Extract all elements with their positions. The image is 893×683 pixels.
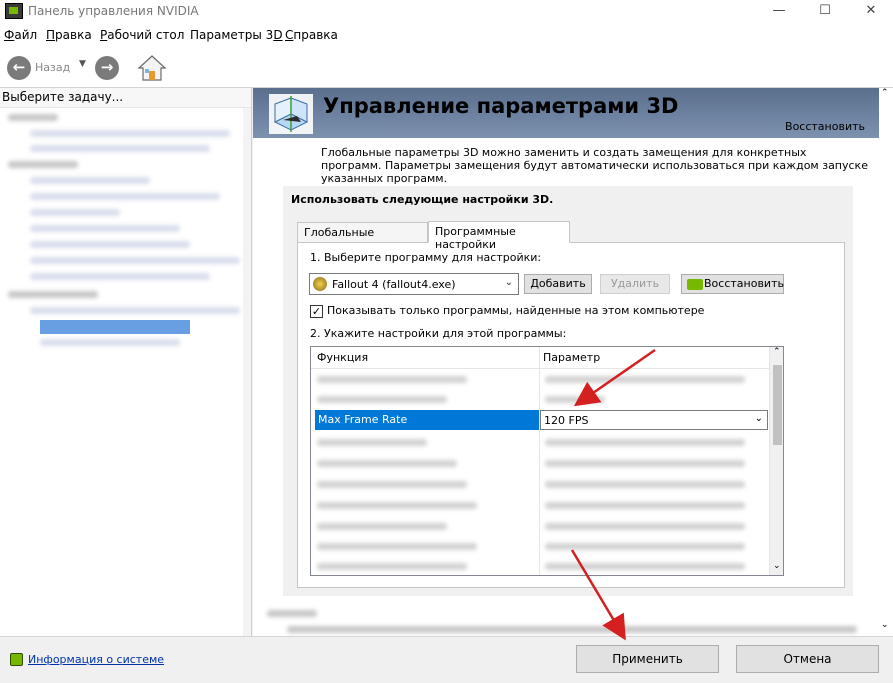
task-category[interactable] <box>8 114 58 121</box>
cancel-button[interactable]: Отмена <box>736 645 879 673</box>
fallout-program-icon <box>313 277 327 291</box>
col-header-function[interactable]: Функция <box>317 351 368 364</box>
task-item[interactable] <box>30 257 240 264</box>
program-settings-panel: 1. Выберите программу для настройки: Fal… <box>297 242 845 588</box>
grid-row-function[interactable] <box>317 481 467 488</box>
grid-scrollbar[interactable]: ⌃ ⌄ <box>769 347 783 575</box>
grid-header: Функция Параметр <box>311 347 769 369</box>
toolbar: ← Назад ▼ → <box>0 46 893 88</box>
grid-row-value[interactable] <box>545 543 745 550</box>
menu-bar: Файл Правка Рабочий стол Параметры 3D Сп… <box>0 24 893 46</box>
add-program-button[interactable]: Добавить <box>524 274 592 294</box>
scroll-down-icon[interactable]: ⌄ <box>881 620 889 630</box>
column-divider <box>539 347 540 575</box>
maximize-button[interactable]: ☐ <box>802 0 848 24</box>
show-only-installed-label[interactable]: Показывать только программы, найденные н… <box>327 304 704 317</box>
grid-row-function[interactable] <box>317 396 447 403</box>
restore-defaults-link[interactable]: Восстановить <box>785 120 865 133</box>
page-description: Глобальные параметры 3D можно заменить и… <box>321 146 868 185</box>
restore-program-label: Восстановить <box>704 277 784 290</box>
grid-row-function[interactable] <box>317 376 467 383</box>
grid-row-selected-function[interactable]: Max Frame Rate <box>315 410 539 430</box>
task-item[interactable] <box>30 241 190 248</box>
frame-rate-select[interactable]: 120 FPS ⌄ <box>540 410 768 430</box>
task-item[interactable] <box>30 177 150 184</box>
scroll-up-icon[interactable]: ⌃ <box>773 347 781 357</box>
scroll-down-icon[interactable]: ⌄ <box>773 561 781 571</box>
close-button[interactable]: ✕ <box>848 0 893 24</box>
task-pane: Выберите задачу... <box>0 88 252 636</box>
page-title: Управление параметрами 3D <box>323 94 679 118</box>
grid-row-value[interactable] <box>545 523 745 530</box>
menu-desktop[interactable]: Рабочий стол <box>100 28 184 42</box>
nvidia-logo-icon <box>687 279 703 290</box>
chevron-down-icon: ⌄ <box>504 277 513 288</box>
window-title: Панель управления NVIDIA <box>28 4 199 18</box>
3d-cube-icon <box>269 94 313 134</box>
menu-edit[interactable]: Правка <box>46 28 92 42</box>
frame-rate-value: 120 FPS <box>544 414 589 427</box>
menu-3d-settings[interactable]: Параметры 3D <box>190 28 283 42</box>
use-settings-label: Использовать следующие настройки 3D. <box>291 193 554 206</box>
grid-row-function[interactable] <box>317 543 477 550</box>
grid-row-function[interactable] <box>317 439 427 446</box>
grid-row-function[interactable] <box>317 523 447 530</box>
task-item[interactable] <box>30 307 240 314</box>
task-item-selected[interactable] <box>40 320 190 334</box>
menu-file[interactable]: Файл <box>4 28 37 42</box>
arrow-left-icon[interactable]: ← <box>7 56 31 80</box>
content-scrollbar[interactable]: ⌃ ⌄ <box>879 88 893 636</box>
task-item[interactable] <box>30 225 180 232</box>
system-info-icon[interactable] <box>10 653 23 666</box>
apply-button[interactable]: Применить <box>576 645 719 673</box>
step1-label: 1. Выберите программу для настройки: <box>310 251 542 264</box>
title-bar: Панель управления NVIDIA — ☐ ✕ <box>0 0 893 24</box>
system-info-link[interactable]: Информация о системе <box>28 653 164 666</box>
step2-label: 2. Укажите настройки для этой программы: <box>310 327 567 340</box>
task-item[interactable] <box>30 130 230 137</box>
task-category[interactable] <box>8 161 78 168</box>
task-item[interactable] <box>40 339 180 346</box>
grid-row-value[interactable] <box>545 502 745 509</box>
grid-scroll-thumb[interactable] <box>773 365 782 445</box>
nvidia-app-icon <box>5 3 23 19</box>
settings-group: Использовать следующие настройки 3D. Гло… <box>283 186 853 596</box>
task-item[interactable] <box>30 193 220 200</box>
task-pane-header: Выберите задачу... <box>0 88 251 108</box>
grid-row-value[interactable] <box>545 439 745 446</box>
page-banner: Управление параметрами 3D Восстановить <box>253 88 879 138</box>
grid-row-function[interactable] <box>317 460 457 467</box>
grid-row-function[interactable] <box>317 563 467 570</box>
task-category[interactable] <box>8 291 98 298</box>
program-select[interactable]: Fallout 4 (fallout4.exe) ⌄ <box>309 273 519 295</box>
tab-global-settings[interactable]: Глобальные параметры <box>297 222 428 252</box>
program-select-value: Fallout 4 (fallout4.exe) <box>332 278 456 291</box>
grid-row-value[interactable] <box>545 481 745 488</box>
arrow-right-icon[interactable]: → <box>95 56 119 80</box>
chevron-down-icon: ⌄ <box>754 413 763 424</box>
content-pane: Управление параметрами 3D Восстановить Г… <box>253 88 879 636</box>
show-only-installed-checkbox[interactable]: ✓ <box>310 305 323 318</box>
minimize-button[interactable]: — <box>756 0 802 24</box>
task-item[interactable] <box>30 145 210 152</box>
grid-row-value[interactable] <box>545 376 745 383</box>
grid-row-value[interactable] <box>545 396 605 403</box>
col-header-parameter[interactable]: Параметр <box>543 351 600 364</box>
settings-grid: Функция Параметр Max Frame Rate 120 FPS … <box>310 346 784 576</box>
usage-scenario-section <box>267 606 857 636</box>
grid-row-value[interactable] <box>545 460 745 467</box>
menu-help[interactable]: Справка <box>285 28 338 42</box>
back-label[interactable]: Назад <box>35 61 70 74</box>
scroll-up-icon[interactable]: ⌃ <box>881 88 889 98</box>
grid-row-value[interactable] <box>545 563 745 570</box>
remove-program-button[interactable]: Удалить <box>600 274 670 294</box>
restore-program-button[interactable]: Восстановить <box>681 274 784 294</box>
home-icon[interactable] <box>137 53 167 83</box>
tab-program-settings[interactable]: Программные настройки <box>428 221 570 251</box>
history-dropdown-icon[interactable]: ▼ <box>79 59 86 69</box>
grid-row-function[interactable] <box>317 502 477 509</box>
task-item[interactable] <box>30 273 210 280</box>
task-pane-scrollbar[interactable] <box>243 108 251 636</box>
task-item[interactable] <box>30 209 120 216</box>
